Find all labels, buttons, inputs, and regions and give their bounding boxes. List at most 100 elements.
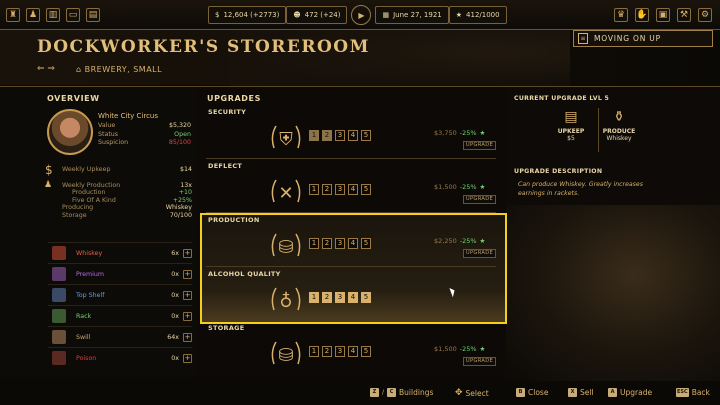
- inventory-item[interactable]: Whiskey 6x +: [48, 242, 192, 263]
- level-box: 2: [322, 130, 332, 141]
- level-box: 4: [348, 184, 358, 195]
- level-box: 4: [348, 346, 358, 357]
- level-box: 2: [322, 346, 332, 357]
- item-name: Swill: [76, 333, 91, 341]
- gavel-icon[interactable]: ⚒: [677, 8, 691, 22]
- item-name: Whiskey: [76, 249, 103, 257]
- add-item-button[interactable]: +: [183, 332, 192, 342]
- liquor-crate-icon: [52, 330, 66, 344]
- liquor-crate-icon: [52, 267, 66, 281]
- family-icon[interactable]: ♟: [26, 8, 40, 22]
- upgrades-heading: UPGRADES: [207, 94, 261, 103]
- inventory-item[interactable]: Top Shelf 0x +: [48, 284, 192, 305]
- play-button[interactable]: ▶: [351, 5, 372, 25]
- level-box: 1: [309, 184, 319, 195]
- add-item-button[interactable]: +: [183, 353, 192, 363]
- upgrade-row[interactable]: DEFLECT ✕ 1 2 3 4 5 $1,500 -25% ★ UPGRADE: [206, 162, 496, 212]
- produce-box: ⚱ PRODUCE Whiskey: [602, 109, 636, 142]
- folder-icon[interactable]: ▭: [66, 8, 80, 22]
- upgrade-button[interactable]: UPGRADE: [463, 357, 496, 366]
- inventory-item[interactable]: Rack 0x +: [48, 305, 192, 326]
- lieutenant-icon[interactable]: ♜: [6, 8, 20, 22]
- item-name: Top Shelf: [76, 291, 105, 299]
- upgrade-label: DEFLECT: [208, 162, 243, 170]
- crown-icon[interactable]: ♛: [614, 8, 628, 22]
- book-icon: ≡: [578, 33, 588, 44]
- city-icon[interactable]: ▥: [46, 8, 60, 22]
- ledger-icon[interactable]: ▣: [656, 8, 670, 22]
- handshake-icon[interactable]: ✋: [635, 8, 649, 22]
- crossed-rifles-icon: ✕: [266, 172, 306, 212]
- level-box: 5: [361, 184, 371, 195]
- hint-upgrade[interactable]: A Upgrade: [608, 388, 652, 397]
- level-box: 3: [335, 184, 345, 195]
- inventory-item[interactable]: Premium 0x +: [48, 263, 192, 284]
- building-name: White City Circus: [98, 112, 159, 120]
- upgrade-row[interactable]: SECURITY ⛨ 1 2 3 4 5 $3,750 -25% ★ UPGRADE: [206, 108, 496, 158]
- add-item-button[interactable]: +: [183, 311, 192, 321]
- money-bag-icon: $: [45, 163, 53, 177]
- hint-back[interactable]: ESC Back: [676, 388, 710, 397]
- moving-on-up-banner[interactable]: ≡ MOVING ON UP: [573, 30, 713, 47]
- discount-star-icon: ★: [479, 345, 486, 353]
- upgrade-button[interactable]: UPGRADE: [463, 141, 496, 150]
- barrels-icon: ⛁: [266, 334, 306, 374]
- manager-portrait: [47, 109, 93, 155]
- svg-text:⛨: ⛨: [279, 129, 293, 150]
- hint-sell[interactable]: X Sell: [568, 388, 594, 397]
- overview-heading: OVERVIEW: [47, 94, 100, 103]
- liquor-crate-icon: [52, 246, 66, 260]
- upgrade-divider: [206, 158, 496, 159]
- rank-display: ★ 412/1000: [448, 6, 507, 24]
- current-upgrade-heading: CURRENT UPGRADE LVL 5: [514, 95, 610, 102]
- calendar-icon: ▦: [382, 11, 390, 19]
- hint-buildings[interactable]: Z / C Buildings: [370, 388, 433, 397]
- upgrade-description-heading: UPGRADE DESCRIPTION: [514, 168, 603, 175]
- building-info: White City Circus Value $5,320 Status Open…: [98, 112, 191, 146]
- item-count: 6x: [171, 249, 179, 257]
- level-indicator: 12345: [309, 184, 371, 195]
- background-scene-right: [506, 205, 720, 381]
- hint-close[interactable]: B Close: [516, 388, 548, 397]
- item-name: Premium: [76, 270, 105, 278]
- people-display: ☻ 472 (+24): [286, 6, 348, 24]
- add-item-button[interactable]: +: [183, 248, 192, 258]
- building-icon: ⌂: [76, 65, 85, 74]
- building-type: ⌂ BREWERY, SMALL: [76, 65, 163, 74]
- dpad-icon: ✥: [455, 388, 463, 398]
- level-box: 5: [361, 346, 371, 357]
- inventory-item[interactable]: Poison 0x +: [48, 347, 192, 368]
- liquor-crate-icon: [52, 288, 66, 302]
- add-item-button[interactable]: +: [183, 269, 192, 279]
- item-name: Rack: [76, 312, 92, 320]
- liquor-crate-icon: [52, 351, 66, 365]
- upgrade-row[interactable]: STORAGE ⛁ 1 2 3 4 5 $1,500 -25% ★ UPGRADE: [206, 324, 496, 374]
- inventory-item[interactable]: Swill 64x +: [48, 326, 192, 347]
- selection-highlight: [200, 213, 507, 324]
- building-nav-arrows[interactable]: ⇐ ⇒: [37, 64, 55, 74]
- item-name: Poison: [76, 354, 97, 362]
- level-box: 5: [361, 130, 371, 141]
- inventory-list: Whiskey 6x + Premium 0x + Top Shelf 0x + Rack 0x + S…: [48, 242, 192, 368]
- star-icon: ★: [455, 11, 463, 19]
- upgrade-price: $1,500 -25% ★: [434, 183, 486, 191]
- level-indicator: 12345: [309, 130, 371, 141]
- settings-icon[interactable]: ⚙: [698, 8, 712, 22]
- top-bar: ♜ ♟ ▥ ▭ ▤ $ 12,604 (+2773) ☻ 472 (+24) ▶…: [0, 0, 720, 30]
- play-icon: ▶: [358, 10, 365, 20]
- item-count: 0x: [171, 270, 179, 278]
- shield-icon: ⛨: [266, 118, 306, 158]
- people-icon: ☻: [293, 11, 301, 19]
- hint-select[interactable]: ✥ Select: [455, 388, 489, 398]
- level-box: 3: [335, 130, 345, 141]
- upgrade-price: $1,500 -25% ★: [434, 345, 486, 353]
- money-display: $ 12,604 (+2773): [208, 6, 287, 24]
- upgrade-label: STORAGE: [208, 324, 245, 332]
- level-box: 2: [322, 184, 332, 195]
- money-stack-icon: ▤: [564, 109, 578, 125]
- upgrade-button[interactable]: UPGRADE: [463, 195, 496, 204]
- add-item-button[interactable]: +: [183, 290, 192, 300]
- dollar-icon: $: [215, 11, 220, 19]
- item-count: 0x: [171, 354, 179, 362]
- chart-icon[interactable]: ▤: [86, 8, 100, 22]
